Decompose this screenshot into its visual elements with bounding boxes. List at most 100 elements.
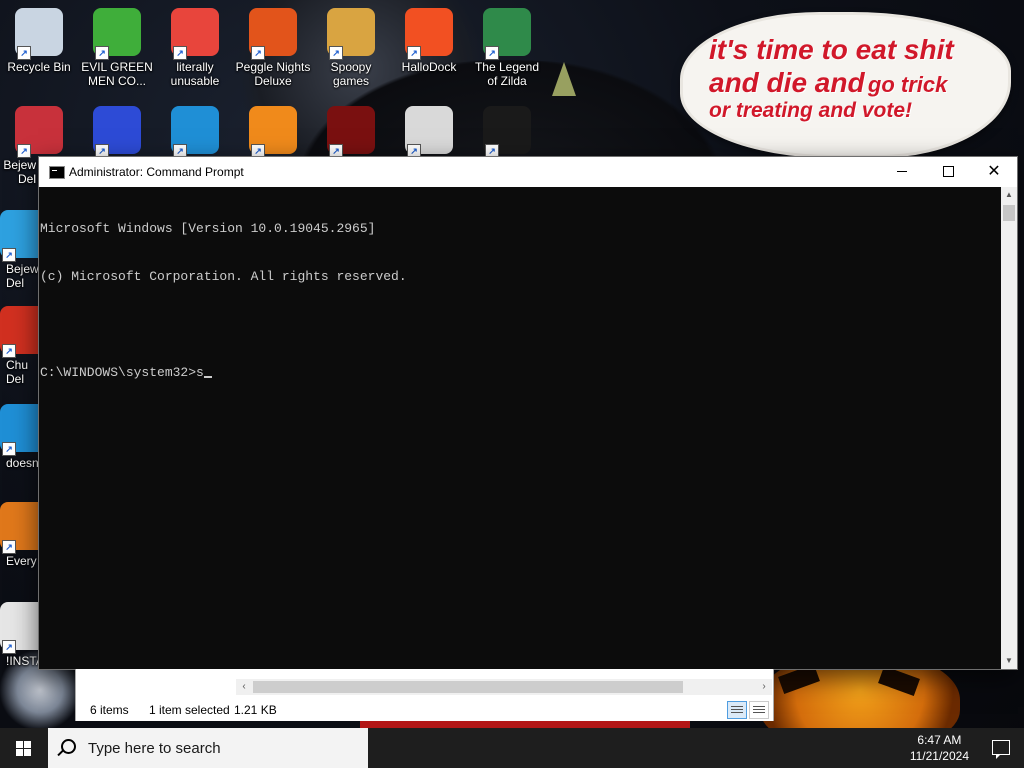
console-output[interactable]: Microsoft Windows [Version 10.0.19045.29… bbox=[39, 187, 1001, 669]
vertical-scrollbar[interactable]: ▲ ▼ bbox=[1001, 187, 1017, 669]
close-icon: ✕ bbox=[987, 163, 1001, 180]
wallpaper-sticker: it's time to eat shit and die and go tri… bbox=[683, 15, 1008, 155]
console-line: Microsoft Windows [Version 10.0.19045.29… bbox=[40, 221, 376, 236]
shortcut-arrow-icon: ↗ bbox=[2, 248, 16, 262]
text-cursor bbox=[203, 376, 212, 378]
taskbar-search[interactable]: Type here to search bbox=[48, 728, 368, 768]
shortcut-arrow-icon: ↗ bbox=[173, 46, 187, 60]
search-icon bbox=[61, 739, 76, 754]
shortcut-arrow-icon: ↗ bbox=[251, 46, 265, 60]
shortcut-arrow-icon: ↗ bbox=[2, 540, 16, 554]
desktop-icon[interactable]: ↗ Recycle Bin bbox=[0, 8, 78, 74]
desktop-icon[interactable]: ↗ bbox=[156, 106, 234, 158]
item-count: 6 items bbox=[90, 703, 129, 717]
search-placeholder: Type here to search bbox=[88, 740, 221, 757]
desktop-icon[interactable]: ↗ bbox=[234, 106, 312, 158]
status-bar: 6 items 1 item selected 1.21 KB bbox=[76, 699, 773, 721]
taskbar: Type here to search 6:47 AM 11/21/2024 bbox=[0, 728, 1024, 768]
sticker-line-2a: and die and bbox=[709, 67, 865, 99]
scroll-thumb[interactable] bbox=[253, 681, 683, 693]
desktop-icon[interactable]: ↗ HalloDock bbox=[390, 8, 468, 74]
scroll-right-icon[interactable]: › bbox=[756, 679, 772, 695]
zilda-icon: ↗ bbox=[483, 8, 531, 60]
shortcut-arrow-icon: ↗ bbox=[329, 46, 343, 60]
desktop-icon[interactable]: ↗ Peggle Nights Deluxe bbox=[234, 8, 312, 88]
sticker-line-3: or treating and vote! bbox=[709, 99, 913, 123]
clock-time: 6:47 AM bbox=[917, 733, 962, 747]
scroll-left-icon[interactable]: ‹ bbox=[236, 679, 252, 695]
green-men-icon: ↗ bbox=[93, 8, 141, 60]
desktop-icon[interactable]: ↗ The Legend of Zilda bbox=[468, 8, 546, 88]
details-view-button[interactable] bbox=[727, 701, 747, 719]
command-prompt-window[interactable]: Administrator: Command Prompt ✕ Microsof… bbox=[38, 156, 1018, 670]
large-icons-view-icon bbox=[753, 706, 765, 707]
windows-logo-icon bbox=[16, 741, 32, 757]
wallpaper-tree bbox=[552, 62, 576, 96]
notification-center-icon[interactable] bbox=[992, 740, 1010, 759]
desktop-icon[interactable]: ↗ literally unusable bbox=[156, 8, 234, 88]
desktop-icon[interactable]: ↗ bbox=[0, 106, 78, 158]
scroll-up-icon[interactable]: ▲ bbox=[1001, 187, 1017, 203]
maximize-button[interactable] bbox=[925, 157, 971, 187]
desktop-icon-label: The Legend of Zilda bbox=[474, 60, 540, 88]
desktop-icon[interactable]: ↗ bbox=[468, 106, 546, 158]
minimize-icon bbox=[897, 171, 907, 173]
shortcut-arrow-icon: ↗ bbox=[2, 344, 16, 358]
desktop-icon-label: EVIL GREEN MEN CO... bbox=[81, 60, 153, 88]
start-button[interactable] bbox=[0, 728, 48, 768]
edge-icon: ↗ bbox=[171, 106, 219, 158]
folder-icon: ↗ bbox=[327, 8, 375, 60]
clock-date: 11/21/2024 bbox=[909, 749, 969, 763]
shortcut-arrow-icon: ↗ bbox=[95, 46, 109, 60]
desktop-icon[interactable]: ↗ EVIL GREEN MEN CO... bbox=[78, 8, 156, 88]
console-prompt: C:\WINDOWS\system32>s bbox=[40, 365, 204, 380]
recycle-bin-icon: ↗ bbox=[15, 8, 63, 60]
desktop-icon-label: Spoopy games bbox=[330, 60, 372, 88]
mpl-icon: ↗ bbox=[93, 106, 141, 158]
cmd-icon bbox=[49, 166, 65, 179]
sticker-line-2b: go trick bbox=[867, 72, 948, 98]
bejeweled-icon: ↗ bbox=[15, 106, 63, 158]
network-shield-icon: ↗ bbox=[405, 106, 453, 158]
file-explorer-window[interactable]: ‹ › 6 items 1 item selected 1.21 KB bbox=[75, 669, 774, 721]
chrome-icon: ↗ bbox=[171, 8, 219, 60]
desktop-icon[interactable]: ↗ Spoopy games bbox=[312, 8, 390, 88]
scroll-thumb[interactable] bbox=[1003, 205, 1015, 221]
shortcut-arrow-icon: ↗ bbox=[17, 144, 31, 158]
pumpkin-eye bbox=[878, 666, 920, 696]
flash-icon: ↗ bbox=[327, 106, 375, 158]
sticker-line-1: it's time to eat shit bbox=[709, 34, 954, 65]
close-button[interactable]: ✕ bbox=[971, 157, 1017, 187]
shortcut-arrow-icon: ↗ bbox=[17, 46, 31, 60]
scroll-down-icon[interactable]: ▼ bbox=[1001, 653, 1017, 669]
desktop-icon[interactable]: ↗ bbox=[78, 106, 156, 158]
desktop-icon-label: HalloDock bbox=[401, 60, 457, 74]
sticker-text: it's time to eat shit and die and go tri… bbox=[709, 33, 999, 124]
peggle-icon: ↗ bbox=[249, 106, 297, 158]
windows-shield-icon: ↗ bbox=[405, 8, 453, 60]
maximize-icon bbox=[942, 166, 954, 178]
details-view-icon bbox=[731, 706, 743, 707]
large-icons-view-button[interactable] bbox=[749, 701, 769, 719]
yashma-icon: ↗ bbox=[483, 106, 531, 158]
minimize-button[interactable] bbox=[879, 157, 925, 187]
console-prompt-line[interactable]: C:\WINDOWS\system32>s bbox=[40, 365, 1001, 381]
desktop-icon[interactable]: ↗ bbox=[390, 106, 468, 158]
shortcut-arrow-icon: ↗ bbox=[407, 46, 421, 60]
selection-count: 1 item selected bbox=[149, 703, 230, 717]
system-clock[interactable]: 6:47 AM 11/21/2024 bbox=[910, 732, 969, 764]
window-title: Administrator: Command Prompt bbox=[69, 165, 244, 179]
desktop-icon-label: literally unusable bbox=[170, 60, 220, 88]
desktop-icon-label: Peggle Nights Deluxe bbox=[235, 60, 311, 88]
peggle-icon: ↗ bbox=[249, 8, 297, 60]
console-line: (c) Microsoft Corporation. All rights re… bbox=[40, 269, 407, 284]
desktop-icon-label: Recycle Bin bbox=[7, 60, 71, 74]
shortcut-arrow-icon: ↗ bbox=[485, 46, 499, 60]
title-bar[interactable]: Administrator: Command Prompt ✕ bbox=[39, 157, 1017, 187]
desktop-icon-label: Bejew Del bbox=[3, 158, 36, 186]
horizontal-scrollbar[interactable]: ‹ › bbox=[236, 679, 772, 695]
selection-size: 1.21 KB bbox=[234, 703, 277, 717]
shortcut-arrow-icon: ↗ bbox=[2, 640, 16, 654]
desktop-icon[interactable]: ↗ bbox=[312, 106, 390, 158]
